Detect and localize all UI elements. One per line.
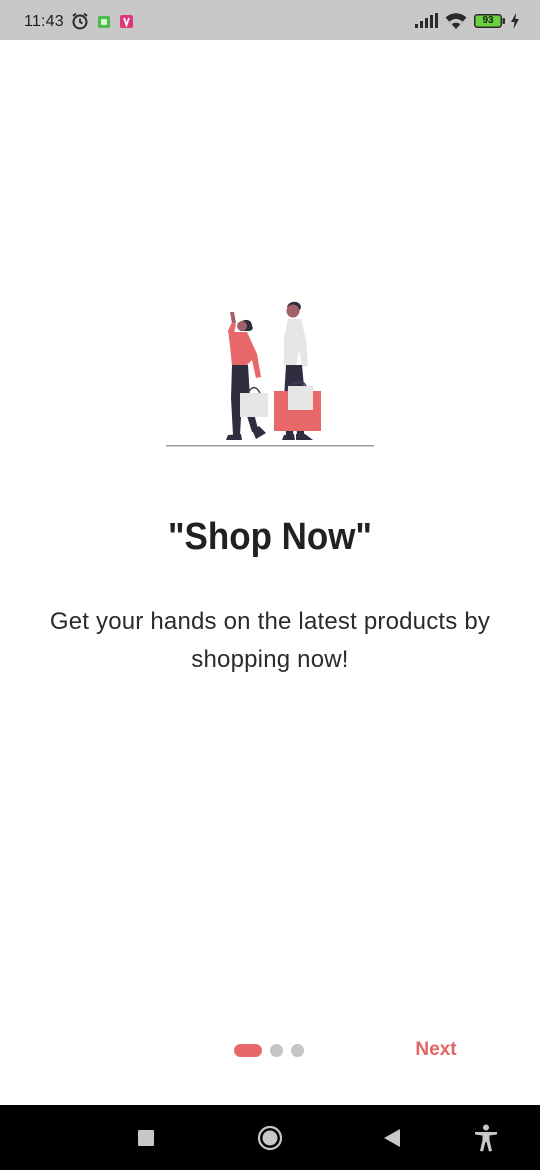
alarm-icon bbox=[70, 12, 90, 30]
onboarding-title: "Shop Now" bbox=[167, 516, 373, 558]
status-time: 11:43 bbox=[24, 13, 64, 30]
accessibility-icon bbox=[474, 1124, 498, 1152]
battery-icon: 93 bbox=[474, 14, 506, 28]
page-dot-active bbox=[234, 1043, 262, 1057]
charging-icon bbox=[510, 13, 520, 29]
page-dot bbox=[270, 1043, 283, 1057]
status-bar: 11:43 93 bbox=[0, 0, 540, 40]
status-right-icons: 93 bbox=[414, 12, 520, 30]
home-icon bbox=[257, 1125, 283, 1151]
signal-icon bbox=[414, 13, 438, 29]
recent-apps-icon bbox=[138, 1130, 154, 1146]
home-button[interactable] bbox=[254, 1122, 286, 1154]
accessibility-button[interactable] bbox=[470, 1122, 502, 1154]
shoppers-illustration bbox=[162, 298, 378, 453]
onboarding-screen: "Shop Now" Get your hands on the latest … bbox=[0, 40, 540, 1105]
status-left-icons bbox=[70, 12, 133, 30]
app-notification-icon bbox=[98, 15, 110, 28]
battery-level: 93 bbox=[482, 15, 494, 26]
next-button[interactable]: Next bbox=[404, 1034, 468, 1066]
app-notification-icon bbox=[120, 14, 133, 28]
wifi-icon bbox=[445, 12, 467, 30]
navigation-bar bbox=[0, 1105, 540, 1170]
back-icon bbox=[383, 1129, 401, 1147]
back-button[interactable] bbox=[376, 1122, 408, 1154]
recent-apps-button[interactable] bbox=[130, 1122, 162, 1154]
page-dot bbox=[291, 1043, 304, 1057]
page-indicator bbox=[234, 1043, 312, 1057]
onboarding-description: Get your hands on the latest products by… bbox=[49, 608, 491, 673]
